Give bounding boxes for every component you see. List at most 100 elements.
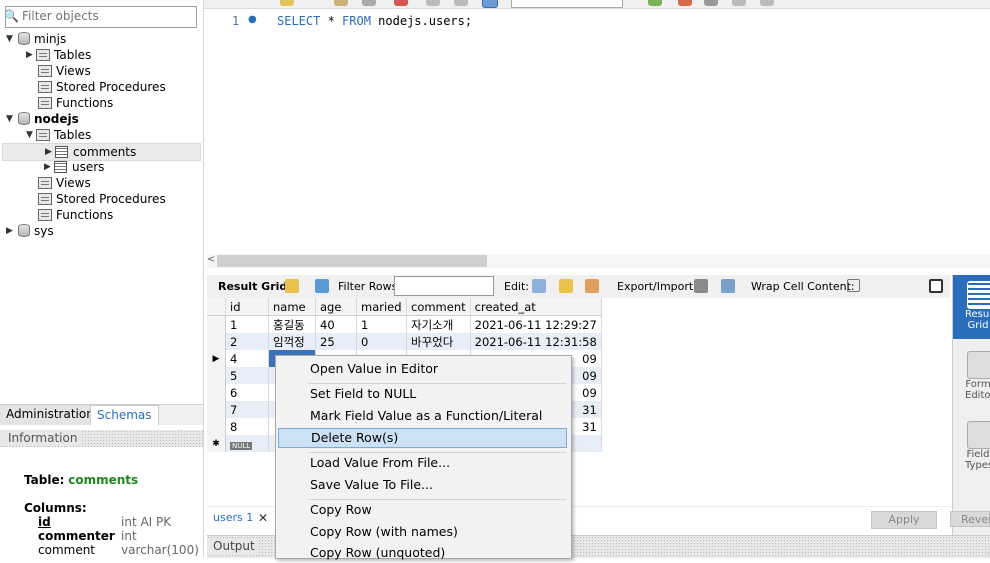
table-row[interactable]: 1 홍길동 40 1 자기소개 2021-06-11 12:29:27 [207, 315, 602, 333]
menu-item-copy-row-with-names[interactable]: Copy Row (with names) [278, 522, 567, 542]
sql-editor[interactable]: 1 ● SELECT * FROM nodejs.users; [204, 9, 990, 252]
menu-item-save-value-to-file[interactable]: Save Value To File... [278, 475, 567, 495]
limit-rows-select[interactable] [511, 0, 623, 8]
cell-age[interactable]: 40 [315, 315, 357, 333]
export-icon[interactable] [694, 279, 708, 293]
cell-id[interactable]: 4 [225, 350, 269, 367]
cell-id[interactable]: 8 [225, 418, 269, 435]
field-types-button[interactable]: Field Types [953, 415, 990, 479]
add-snippet-icon[interactable] [648, 0, 662, 6]
cell-comment[interactable]: 바꾸었다 [406, 333, 471, 350]
collapse-arrow-icon[interactable]: ▼ [26, 127, 36, 143]
execute-icon[interactable] [280, 0, 294, 6]
toggle-error-icon[interactable] [394, 0, 408, 6]
grid-view-icon[interactable] [285, 279, 299, 293]
tree-item-minjs-tables[interactable]: ▶ Tables [26, 47, 91, 63]
column-header[interactable]: age [315, 298, 357, 316]
column-header[interactable]: id [225, 298, 269, 316]
collapse-arrow-icon[interactable]: ▼ [6, 111, 16, 127]
result-grid-view-button[interactable]: Result Grid [953, 275, 990, 339]
tree-item-minjs-functions[interactable]: Functions [38, 95, 113, 111]
cell-maried[interactable]: 0 [356, 333, 407, 350]
tree-item-nodejs-tables[interactable]: ▼ Tables [26, 127, 91, 143]
row-selector[interactable] [207, 418, 226, 435]
row-selector-header[interactable] [207, 298, 226, 316]
form-editor-button[interactable]: Form Editor [953, 345, 990, 409]
edit-row-icon[interactable] [532, 279, 546, 293]
collapse-arrow-icon[interactable]: ▼ [6, 31, 16, 47]
filter-objects-input[interactable] [22, 8, 192, 24]
insert-row-icon[interactable] [559, 279, 573, 293]
delete-row-icon[interactable] [585, 279, 599, 293]
menu-item-copy-row-unquoted[interactable]: Copy Row (unquoted) [278, 543, 567, 563]
menu-item-mark-function-literal[interactable]: Mark Field Value as a Function/Literal [278, 406, 567, 426]
column-header[interactable]: created_at [470, 298, 602, 316]
cell-comment[interactable]: 자기소개 [406, 315, 471, 333]
expand-arrow-icon[interactable]: ▶ [45, 144, 55, 160]
explain-icon[interactable] [334, 0, 348, 6]
cell-name[interactable]: 임꺽정 [268, 333, 316, 350]
refresh-icon[interactable] [315, 279, 329, 293]
revert-button[interactable]: Revert [950, 511, 990, 527]
cell-created-at[interactable]: 2021-06-11 12:29:27 [470, 315, 602, 333]
row-selector[interactable] [207, 315, 226, 333]
menu-item-load-value-from-file[interactable]: Load Value From File... [278, 453, 567, 473]
information-panel-header[interactable]: Information [0, 430, 203, 447]
menu-item-delete-rows[interactable]: Delete Row(s) [278, 428, 567, 448]
column-header[interactable]: maried [356, 298, 407, 316]
tree-item-nodejs-views[interactable]: Views [38, 175, 91, 191]
row-selector[interactable] [207, 333, 226, 350]
commit-icon[interactable] [426, 0, 440, 6]
cell-name[interactable]: 홍길동 [268, 315, 316, 333]
cell-id[interactable]: 5 [225, 367, 269, 384]
filter-rows-input[interactable] [394, 276, 494, 296]
toggle-panel-icon[interactable] [929, 279, 943, 293]
menu-item-open-value-in-editor[interactable]: Open Value in Editor [278, 359, 567, 379]
filter-objects-box[interactable]: 🔍 [4, 6, 197, 28]
sql-statement[interactable]: SELECT * FROM nodejs.users; [277, 14, 472, 28]
tab-administration[interactable]: Administration [0, 405, 96, 425]
tab-schemas[interactable]: Schemas [90, 405, 159, 425]
invisible-chars-icon[interactable] [732, 0, 746, 6]
find-icon[interactable] [704, 0, 718, 6]
menu-item-set-field-to-null[interactable]: Set Field to NULL [278, 384, 567, 404]
scrollbar-thumb[interactable] [217, 255, 487, 267]
schema-sys[interactable]: ▶ sys [6, 223, 54, 239]
import-icon[interactable] [721, 279, 735, 293]
tree-item-nodejs-procedures[interactable]: Stored Procedures [38, 191, 166, 207]
expand-arrow-icon[interactable]: ▶ [44, 159, 54, 175]
row-selector[interactable] [207, 401, 226, 418]
autocommit-icon[interactable] [482, 0, 498, 8]
stop-icon[interactable] [362, 0, 376, 6]
cell-id[interactable]: 1 [225, 315, 269, 333]
expand-arrow-icon[interactable]: ▶ [26, 47, 36, 63]
new-row-marker-icon[interactable]: ✱ [207, 435, 226, 452]
menu-item-copy-row[interactable]: Copy Row [278, 500, 567, 520]
expand-arrow-icon[interactable]: ▶ [6, 223, 16, 239]
row-selector[interactable] [207, 367, 226, 384]
table-row[interactable]: 2 임꺽정 25 0 바꾸었다 2021-06-11 12:31:58 [207, 333, 602, 350]
column-header[interactable]: comment [406, 298, 471, 316]
wrap-cell-icon[interactable] [847, 279, 860, 292]
row-selector[interactable] [207, 384, 226, 401]
cell-id[interactable]: 2 [225, 333, 269, 350]
cell-id[interactable]: 7 [225, 401, 269, 418]
rollback-icon[interactable] [454, 0, 468, 6]
cell-id[interactable]: NULL [225, 435, 269, 452]
current-row-indicator-icon[interactable]: ▶ [207, 350, 226, 367]
tree-item-nodejs-functions[interactable]: Functions [38, 207, 113, 223]
close-icon[interactable]: ✕ [258, 511, 268, 525]
cell-created-at[interactable]: 2021-06-11 12:31:58 [470, 333, 602, 350]
scroll-left-icon[interactable]: < [207, 254, 215, 265]
schema-nodejs[interactable]: ▼ nodejs [6, 111, 79, 127]
tree-item-minjs-procedures[interactable]: Stored Procedures [38, 79, 166, 95]
schema-minjs[interactable]: ▼ minjs [6, 31, 66, 47]
beautify-icon[interactable] [678, 0, 692, 6]
cell-id[interactable]: 6 [225, 384, 269, 401]
cell-age[interactable]: 25 [315, 333, 357, 350]
wrap-lines-icon[interactable] [760, 0, 774, 6]
editor-horizontal-scrollbar[interactable]: < [207, 254, 990, 268]
cell-maried[interactable]: 1 [356, 315, 407, 333]
tab-users-1[interactable]: users 1 [213, 511, 253, 524]
tree-item-minjs-views[interactable]: Views [38, 63, 91, 79]
